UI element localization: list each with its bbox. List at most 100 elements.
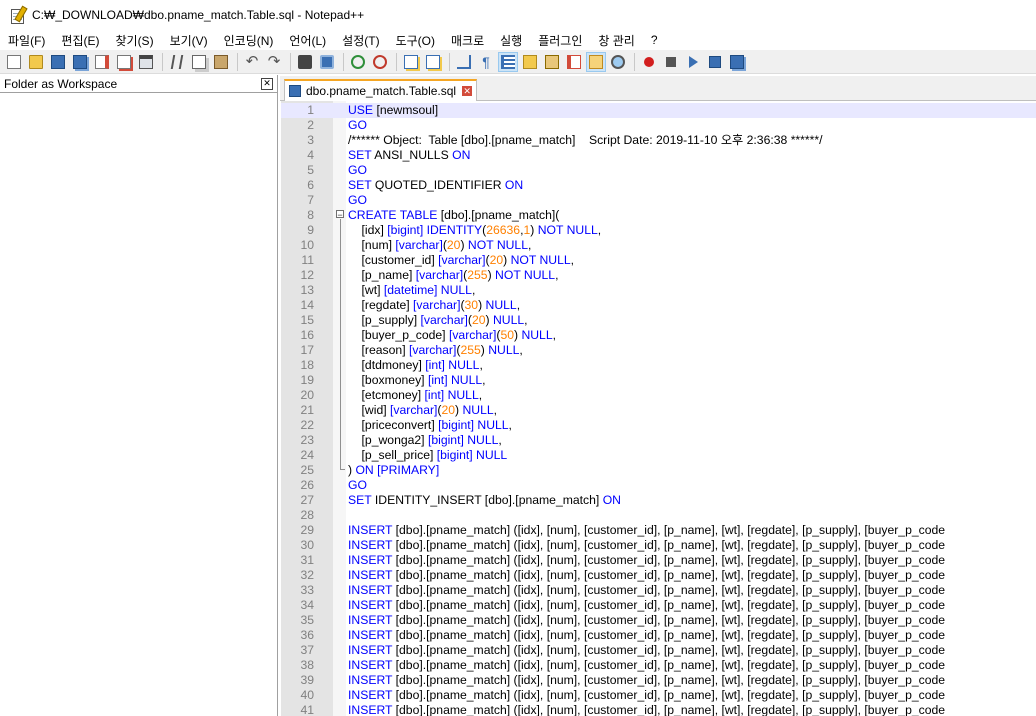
find-button[interactable]	[295, 52, 315, 72]
code-line[interactable]: 37 INSERT [dbo].[pname_match] ([idx], [nu…	[281, 643, 1036, 658]
code-line[interactable]: 4 SET ANSI_NULLS ON	[281, 148, 1036, 163]
code-line[interactable]: 16 [buyer_p_code] [varchar](50) NULL,	[281, 328, 1036, 343]
code-line[interactable]: 41 INSERT [dbo].[pname_match] ([idx], [nu…	[281, 703, 1036, 716]
code-line[interactable]: 5 GO	[281, 163, 1036, 178]
save-all-button[interactable]	[70, 52, 90, 72]
code-line[interactable]: 25) ON [PRIMARY]	[281, 463, 1036, 478]
stop-recording-button[interactable]	[661, 52, 681, 72]
code-line[interactable]: 23 [p_wonga2] [bigint] NULL,	[281, 433, 1036, 448]
code-line[interactable]: 32 INSERT [dbo].[pname_match] ([idx], [nu…	[281, 568, 1036, 583]
code-line[interactable]: 1 USE [newmsoul]	[281, 103, 1036, 118]
function-list-button[interactable]	[564, 52, 584, 72]
code-line[interactable]: 7 GO	[281, 193, 1036, 208]
menu-run[interactable]: 실행	[492, 32, 530, 49]
sql-text: [p_sell_price]	[348, 448, 437, 462]
tab-dbo-pname-match-table-sql[interactable]: dbo.pname_match.Table.sql ✕	[284, 79, 478, 101]
save-macro-button[interactable]	[727, 52, 747, 72]
code-line[interactable]: 34 INSERT [dbo].[pname_match] ([idx], [nu…	[281, 598, 1036, 613]
code-line[interactable]: 18 [dtdmoney] [int] NULL,	[281, 358, 1036, 373]
code-line[interactable]: 38 INSERT [dbo].[pname_match] ([idx], [nu…	[281, 658, 1036, 673]
monitoring-button[interactable]	[608, 52, 628, 72]
code-line[interactable]: 35 INSERT [dbo].[pname_match] ([idx], [nu…	[281, 613, 1036, 628]
open-file-button[interactable]	[26, 52, 46, 72]
menu-settings[interactable]: 설정(T)	[334, 32, 387, 49]
document-map-button[interactable]	[542, 52, 562, 72]
code-line[interactable]: 9 [idx] [bigint] IDENTITY(26636,1) NOT N…	[281, 223, 1036, 238]
line-code: [p_sell_price] [bigint] NULL	[348, 448, 508, 463]
code-line[interactable]: 8 CREATE TABLE [dbo].[pname_match](	[281, 208, 1036, 223]
code-line[interactable]: 39 INSERT [dbo].[pname_match] ([idx], [nu…	[281, 673, 1036, 688]
record-macro-button[interactable]	[639, 52, 659, 72]
new-file-button[interactable]	[4, 52, 24, 72]
code-line[interactable]: 14 [regdate] [varchar](30) NULL,	[281, 298, 1036, 313]
word-wrap-button[interactable]	[454, 52, 474, 72]
menu-help[interactable]: ?	[643, 33, 666, 47]
user-defined-language-button[interactable]	[520, 52, 540, 72]
menu-window[interactable]: 창 관리	[590, 32, 642, 49]
code-line[interactable]: 3 /****** Object: Table [dbo].[pname_matc…	[281, 133, 1036, 148]
code-line[interactable]: 13 [wt] [datetime] NULL,	[281, 283, 1036, 298]
fold-toggle-icon[interactable]: −	[336, 210, 344, 220]
code-line[interactable]: 29 INSERT [dbo].[pname_match] ([idx], [nu…	[281, 523, 1036, 538]
title-bar[interactable]: C:₩_DOWNLOAD₩dbo.pname_match.Table.sql -…	[0, 0, 1036, 30]
tab-close-icon[interactable]: ✕	[462, 86, 473, 96]
save-button[interactable]	[48, 52, 68, 72]
code-line[interactable]: 6 SET QUOTED_IDENTIFIER ON	[281, 178, 1036, 193]
code-line[interactable]: 22 [priceconvert] [bigint] NULL,	[281, 418, 1036, 433]
sync-vertical-button[interactable]	[401, 52, 421, 72]
menu-search[interactable]: 찾기(S)	[107, 32, 161, 49]
code-line[interactable]: 10 [num] [varchar](20) NOT NULL,	[281, 238, 1036, 253]
close-file-button[interactable]	[92, 52, 112, 72]
code-line[interactable]: 20 [etcmoney] [int] NULL,	[281, 388, 1036, 403]
indent-guide-button[interactable]	[498, 51, 518, 72]
menu-macro[interactable]: 매크로	[443, 32, 492, 49]
zoom-out-button[interactable]	[370, 52, 390, 72]
code-line[interactable]: 31 INSERT [dbo].[pname_match] ([idx], [nu…	[281, 553, 1036, 568]
sql-text: [dbo].[pname_match] ([idx], [num], [cust…	[395, 568, 946, 582]
sql-text: [dbo].[pname_match] ([idx], [num], [cust…	[395, 703, 946, 716]
code-line[interactable]: 19 [boxmoney] [int] NULL,	[281, 373, 1036, 388]
code-editor[interactable]: 1 USE [newmsoul] 2 GO 3 /****** Object: Table…	[281, 101, 1036, 716]
paste-button[interactable]	[211, 52, 231, 72]
menu-view[interactable]: 보기(V)	[162, 32, 216, 49]
code-line[interactable]: 26 GO	[281, 478, 1036, 493]
line-number: 24	[300, 448, 314, 462]
code-line[interactable]: 2 GO	[281, 118, 1036, 133]
line-code: [wt] [datetime] NULL,	[348, 283, 476, 298]
close-all-button[interactable]	[114, 52, 134, 72]
code-line[interactable]: 12 [p_name] [varchar](255) NOT NULL,	[281, 268, 1036, 283]
menu-file[interactable]: 파일(F)	[0, 32, 53, 49]
cut-button[interactable]	[167, 52, 187, 72]
code-line[interactable]: 33 INSERT [dbo].[pname_match] ([idx], [nu…	[281, 583, 1036, 598]
sync-horizontal-button[interactable]	[423, 52, 443, 72]
code-line[interactable]: 11 [customer_id] [varchar](20) NOT NULL,	[281, 253, 1036, 268]
code-line[interactable]: 28	[281, 508, 1036, 523]
line-number: 14	[300, 298, 314, 312]
copy-button[interactable]	[189, 52, 209, 72]
folder-as-workspace-button[interactable]	[586, 51, 606, 72]
code-line[interactable]: 30 INSERT [dbo].[pname_match] ([idx], [nu…	[281, 538, 1036, 553]
play-macro-button[interactable]	[683, 52, 703, 72]
code-line[interactable]: 36 INSERT [dbo].[pname_match] ([idx], [nu…	[281, 628, 1036, 643]
code-line[interactable]: 24 [p_sell_price] [bigint] NULL	[281, 448, 1036, 463]
replace-button[interactable]	[317, 52, 337, 72]
code-lines[interactable]: 1 USE [newmsoul] 2 GO 3 /****** Object: Table…	[281, 103, 1036, 716]
code-line[interactable]: 21 [wid] [varchar](20) NULL,	[281, 403, 1036, 418]
code-line[interactable]: 17 [reason] [varchar](255) NULL,	[281, 343, 1036, 358]
code-line[interactable]: 27 SET IDENTITY_INSERT [dbo].[pname_match…	[281, 493, 1036, 508]
menu-language[interactable]: 언어(L)	[281, 32, 334, 49]
code-line[interactable]: 15 [p_supply] [varchar](20) NULL,	[281, 313, 1036, 328]
zoom-in-button[interactable]	[348, 52, 368, 72]
code-line[interactable]: 40 INSERT [dbo].[pname_match] ([idx], [nu…	[281, 688, 1036, 703]
redo-button[interactable]: ↷	[264, 52, 284, 72]
menu-plugins[interactable]: 플러그인	[530, 32, 590, 49]
menu-tools[interactable]: 도구(O)	[388, 32, 443, 49]
undo-button[interactable]: ↶	[242, 52, 262, 72]
sql-keyword: NULL	[488, 343, 520, 357]
menu-encoding[interactable]: 인코딩(N)	[216, 32, 282, 49]
menu-edit[interactable]: 편집(E)	[53, 32, 107, 49]
play-macro-multiple-button[interactable]	[705, 52, 725, 72]
panel-close-icon[interactable]: ✕	[261, 77, 273, 90]
print-button[interactable]	[136, 52, 156, 72]
show-all-characters-button[interactable]: ¶	[476, 52, 496, 72]
